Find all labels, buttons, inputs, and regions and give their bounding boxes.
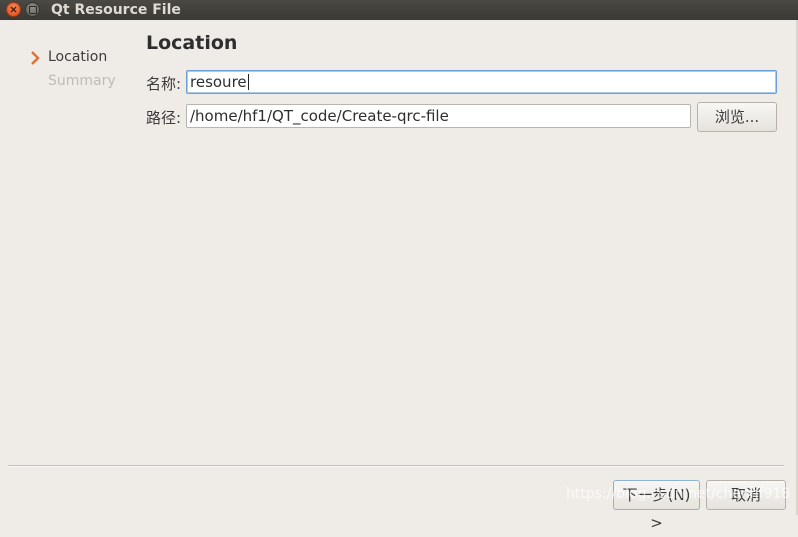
path-label: 路径: <box>146 109 182 127</box>
step-location: Location <box>48 49 108 65</box>
footer-separator <box>8 465 784 467</box>
cancel-button[interactable]: 取消 <box>706 480 786 510</box>
text-caret <box>247 74 249 90</box>
current-step-arrow-icon <box>31 51 40 65</box>
page-title: Location <box>146 32 238 54</box>
next-button[interactable]: 下一步(N) > <box>613 480 700 532</box>
step-summary: Summary <box>48 73 116 89</box>
name-label: 名称: <box>146 75 182 93</box>
name-input-value: resoure <box>190 73 247 91</box>
window-title: Qt Resource File <box>51 2 181 18</box>
path-input-value: /home/hf1/QT_code/Create-qrc-file <box>190 107 449 125</box>
close-icon[interactable] <box>6 2 21 17</box>
maximize-icon[interactable] <box>25 2 40 17</box>
name-input[interactable]: resoure <box>186 70 777 94</box>
title-bar: Qt Resource File <box>0 0 798 20</box>
browse-button[interactable]: 浏览... <box>697 102 777 132</box>
path-input[interactable]: /home/hf1/QT_code/Create-qrc-file <box>186 104 691 128</box>
